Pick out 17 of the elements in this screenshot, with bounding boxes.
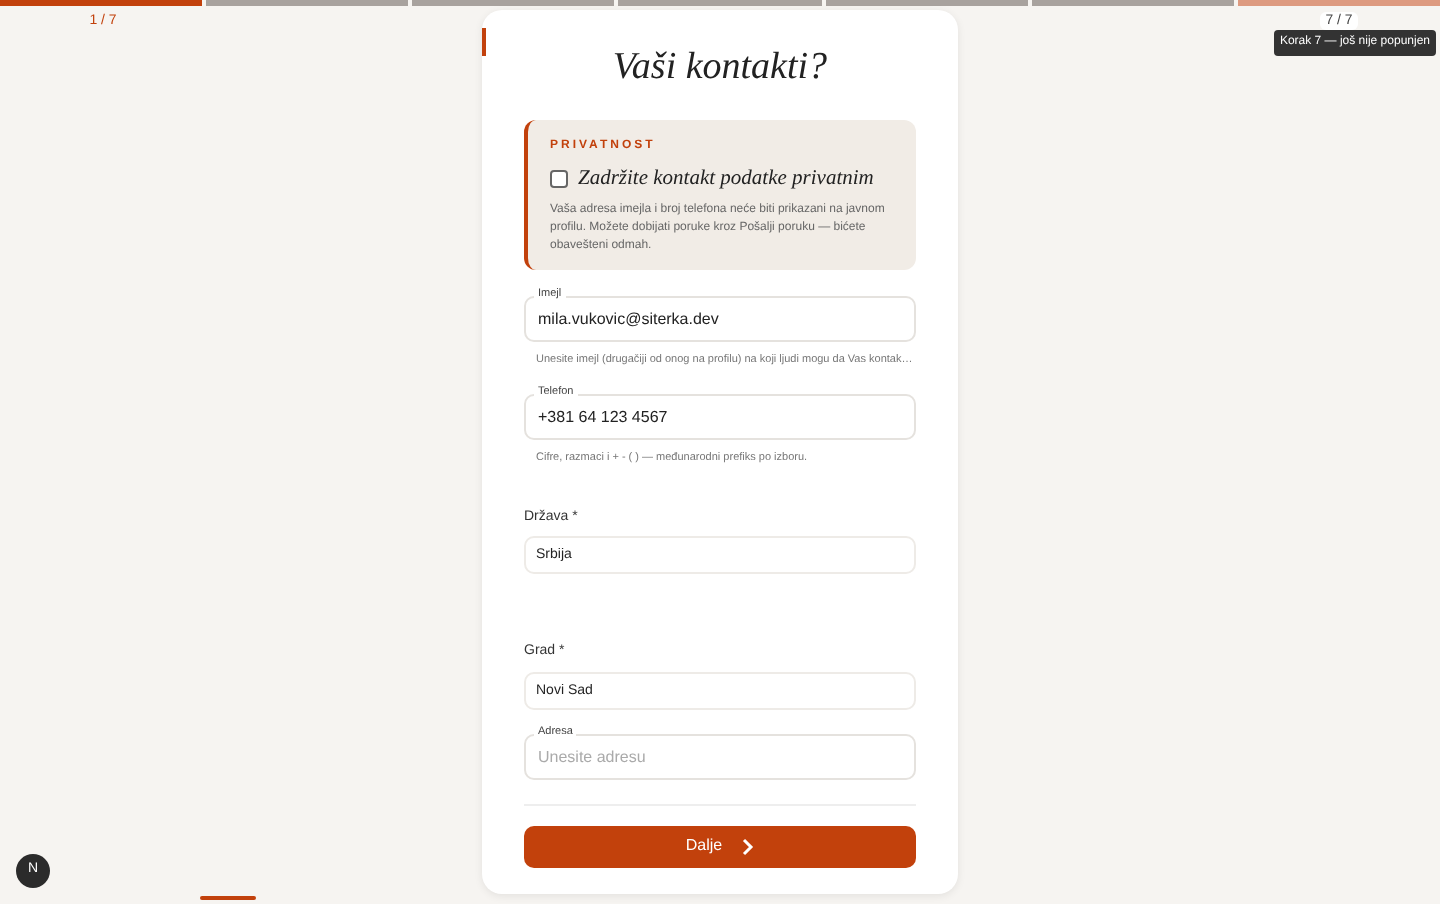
input-field[interactable]: mila.vukovic@siterka.dev — [524, 296, 916, 343]
checkbox-label[interactable]: Zadržite kontakt podatke privatnim — [578, 163, 874, 195]
progress-segment[interactable] — [1237, 0, 1440, 6]
progress-segment[interactable] — [825, 0, 1028, 6]
input-field[interactable]: +381 64 123 4567 — [524, 393, 916, 439]
privacy-checkbox[interactable] — [550, 169, 568, 188]
progress-segment[interactable] — [0, 0, 203, 6]
page-title: Vaši kontakti? — [610, 44, 830, 92]
input-field[interactable]: Unesite adresu — [524, 733, 916, 780]
progress-segment[interactable] — [206, 0, 409, 6]
next-button[interactable]: Dalje — [524, 825, 916, 868]
progress-segment[interactable] — [1031, 0, 1234, 6]
accent-mark — [482, 28, 486, 56]
progress-segment[interactable] — [412, 0, 615, 6]
scroll-indicator — [200, 896, 256, 900]
progress-segment[interactable] — [618, 0, 822, 6]
chevron-right-icon — [742, 837, 755, 856]
